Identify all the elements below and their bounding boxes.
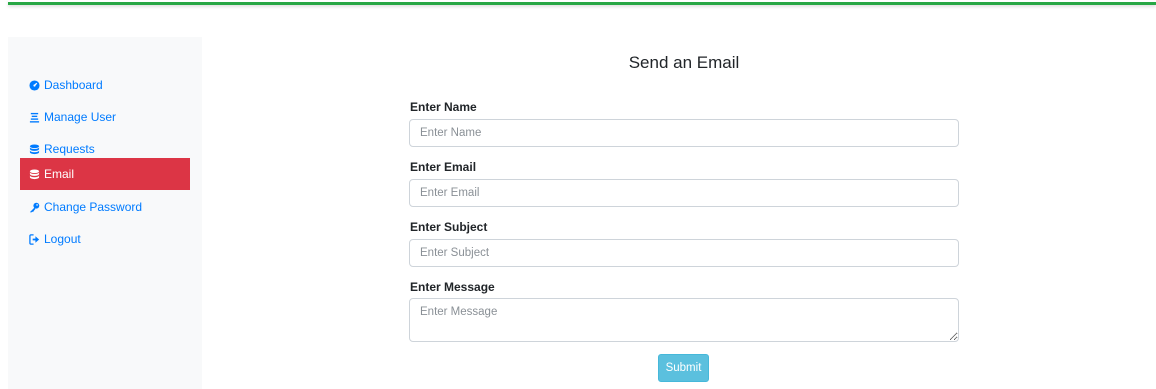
sidebar-item-label: Dashboard (44, 78, 103, 92)
sidebar-item-change-password[interactable]: Change Password (20, 191, 190, 223)
subject-input[interactable] (409, 239, 959, 267)
top-accent-bar (8, 0, 1156, 5)
manage-user-icon (28, 111, 40, 123)
sidebar-item-label: Email (44, 167, 75, 181)
sidebar-item-manage-user[interactable]: Manage User (20, 101, 190, 133)
message-label: Enter Message (410, 280, 495, 294)
name-label: Enter Name (410, 100, 477, 114)
email-input[interactable] (409, 179, 959, 207)
sidebar: Dashboard Manage User Requests Email Cha… (8, 37, 202, 389)
sidebar-item-dashboard[interactable]: Dashboard (20, 69, 190, 101)
page-title: Send an Email (628, 53, 740, 72)
key-icon (28, 201, 40, 213)
database-icon (28, 143, 40, 155)
submit-button[interactable]: Submit (658, 354, 709, 382)
message-textarea[interactable] (409, 298, 959, 342)
logout-icon (28, 233, 40, 245)
sidebar-item-email[interactable]: Email (20, 158, 190, 190)
dashboard-icon (28, 79, 40, 91)
sidebar-item-label: Manage User (44, 110, 117, 124)
sidebar-item-label: Change Password (44, 200, 143, 214)
name-input[interactable] (409, 119, 959, 147)
database-icon (28, 168, 40, 180)
sidebar-item-label: Logout (44, 232, 81, 246)
subject-label: Enter Subject (410, 220, 488, 234)
sidebar-item-logout[interactable]: Logout (20, 223, 190, 255)
sidebar-item-label: Requests (44, 142, 95, 156)
email-label: Enter Email (410, 160, 477, 174)
